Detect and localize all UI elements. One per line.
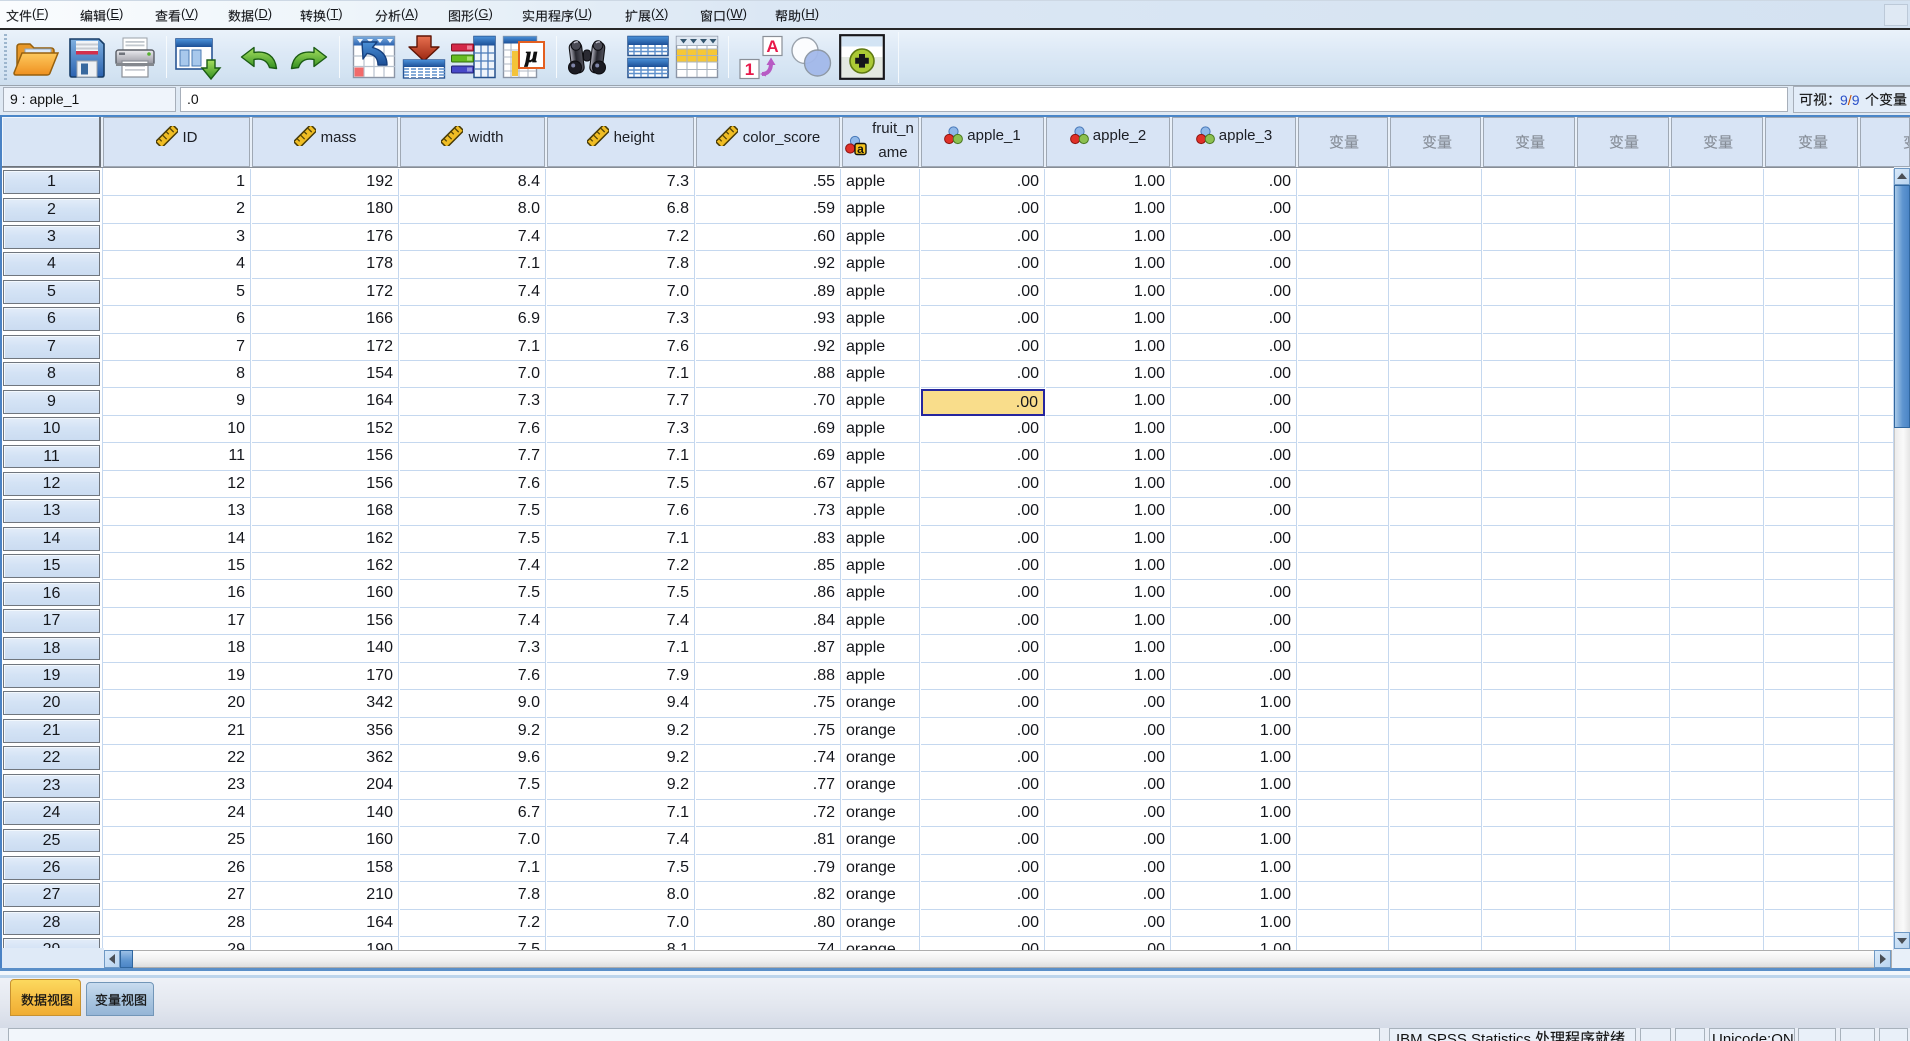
svg-text:A: A (766, 37, 778, 56)
svg-text:a: a (857, 142, 864, 156)
svg-text:1: 1 (745, 60, 754, 79)
svg-text:μ: μ (524, 42, 537, 67)
